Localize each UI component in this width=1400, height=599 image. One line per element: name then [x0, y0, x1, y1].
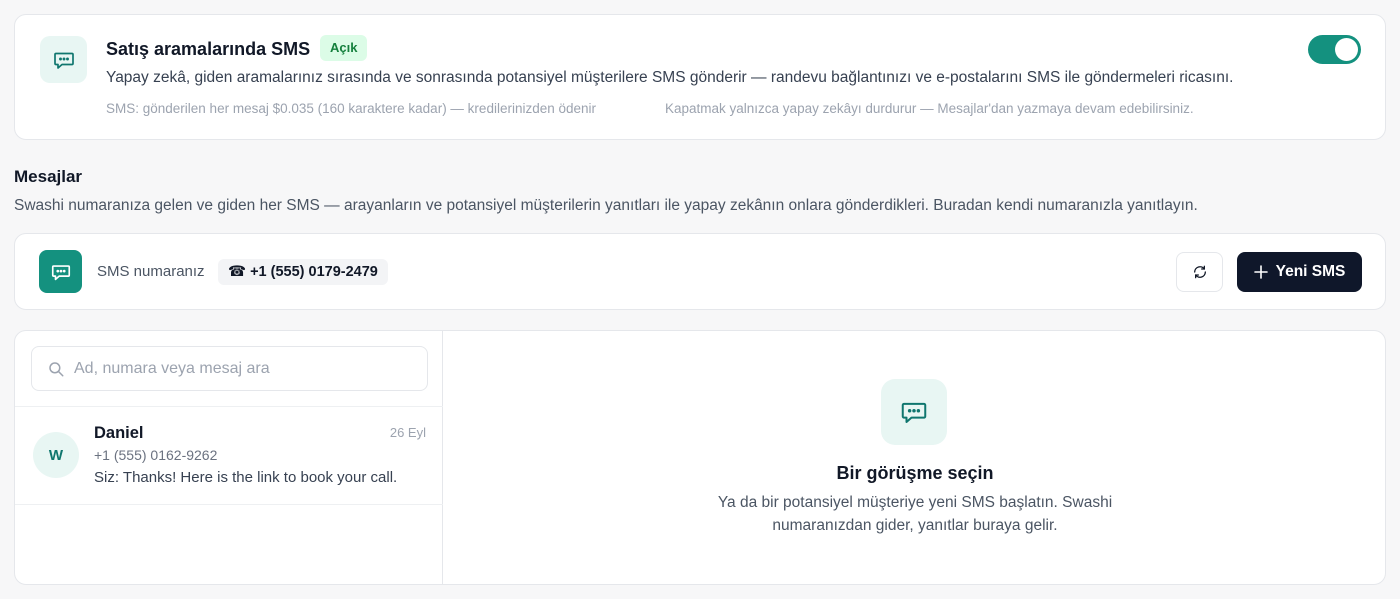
toggle-knob	[1335, 38, 1358, 61]
sms-feature-description: Yapay zekâ, giden aramalarınız sırasında…	[106, 69, 1234, 86]
messages-title: Mesajlar	[14, 167, 83, 186]
conversations-card: W Daniel 26 Eyl +1 (555) 0162-9262 Siz: …	[14, 330, 1386, 585]
sms-number-label: SMS numaranız	[97, 263, 205, 280]
sms-number-card: SMS numaranız ☎ +1 (555) 0179-2479 Yeni …	[14, 233, 1386, 310]
refresh-button[interactable]	[1176, 252, 1223, 292]
conversation-item[interactable]: W Daniel 26 Eyl +1 (555) 0162-9262 Siz: …	[15, 407, 442, 504]
sms-disable-note: Kapatmak yalnızca yapay zekâyı durdurur …	[665, 101, 1194, 116]
avatar: W	[33, 432, 79, 478]
new-sms-button[interactable]: Yeni SMS	[1237, 252, 1362, 292]
phone-icon: ☎	[228, 264, 247, 280]
search-icon	[49, 362, 64, 377]
sms-feature-title: Satış aramalarında SMS	[106, 39, 311, 59]
plus-icon	[1253, 265, 1268, 279]
sms-number-value: +1 (555) 0179-2479	[250, 264, 378, 280]
chat-bubble-icon	[53, 52, 74, 69]
conversation-list-pane: W Daniel 26 Eyl +1 (555) 0162-9262 Siz: …	[15, 331, 443, 584]
empty-state-description-line: numaranızdan gider, yanıtlar buraya geli…	[772, 517, 1058, 534]
conversation-name: Daniel	[94, 424, 144, 442]
sms-feature-toggle[interactable]	[1308, 35, 1361, 64]
chat-bubble-icon	[51, 264, 70, 280]
empty-state-description-line: Ya da bir potansiyel müşteriye yeni SMS …	[717, 494, 1113, 511]
messages-description: Swashi numaranıza gelen ve giden her SMS…	[14, 197, 1198, 214]
empty-state-icon-tile	[881, 379, 947, 445]
list-divider	[15, 504, 443, 505]
empty-state-title: Bir görüşme seçin	[836, 463, 994, 483]
sms-number-icon-tile	[39, 250, 82, 293]
chat-bubble-icon	[901, 402, 927, 423]
empty-state-description: Ya da bir potansiyel müşteriye yeni SMS …	[443, 491, 1385, 537]
conversation-last-message: Siz: Thanks! Here is the link to book yo…	[94, 469, 398, 486]
sms-feature-icon-tile	[40, 36, 87, 83]
sms-number-chip: ☎ +1 (555) 0179-2479	[218, 259, 388, 285]
conversation-phone: +1 (555) 0162-9262	[94, 447, 218, 463]
search-box[interactable]	[31, 346, 428, 391]
new-sms-label: Yeni SMS	[1275, 263, 1346, 280]
sms-pricing-note: SMS: gönderilen her mesaj $0.035 (160 ka…	[106, 101, 597, 116]
status-badge: Açık	[320, 35, 368, 61]
search-input[interactable]	[74, 347, 414, 390]
sms-feature-card: Satış aramalarında SMS Açık Yapay zekâ, …	[14, 14, 1386, 140]
refresh-icon	[1193, 265, 1206, 279]
conversation-date: 26 Eyl	[389, 425, 426, 440]
